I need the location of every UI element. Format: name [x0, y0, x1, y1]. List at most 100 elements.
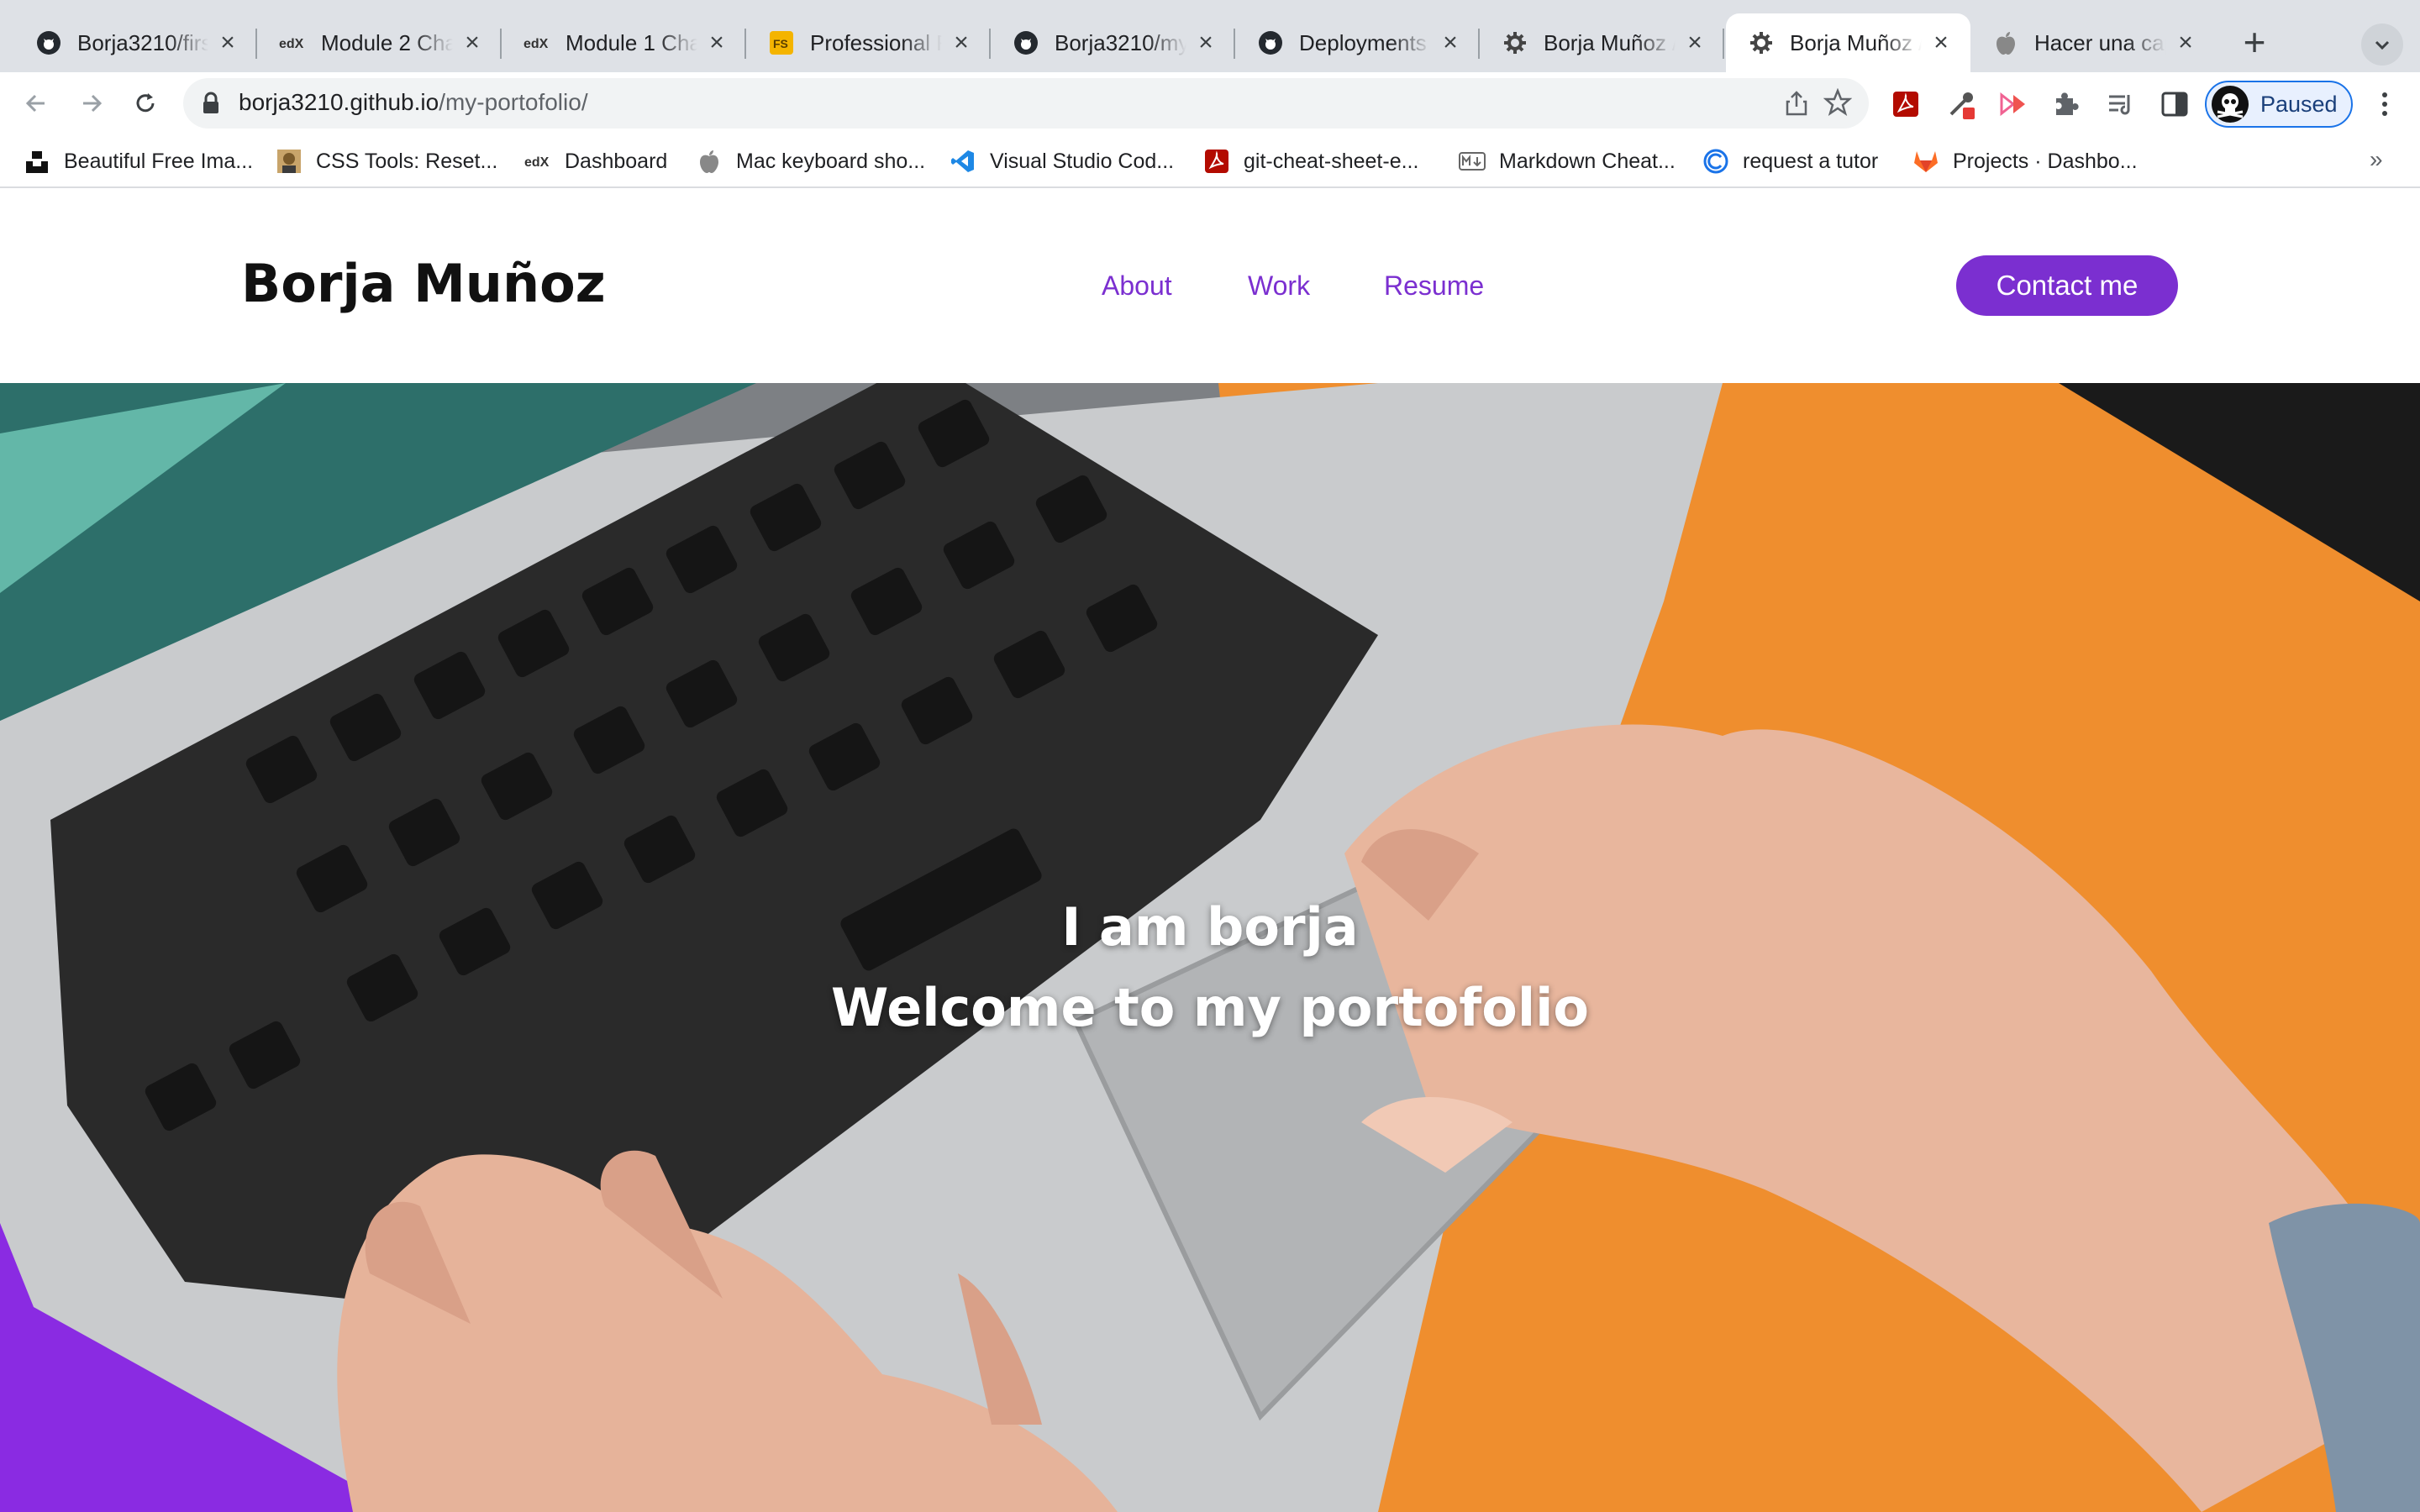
profile-status-label: Paused [2260, 91, 2338, 117]
bookmark-git-cheat-sheet[interactable]: git-cheat-sheet-e... [1203, 146, 1418, 176]
back-button[interactable] [15, 82, 57, 124]
markdown-icon [1459, 148, 1486, 175]
github-icon [1013, 29, 1039, 56]
apple-icon [1992, 29, 2019, 56]
new-tab-button[interactable]: + [2233, 22, 2275, 64]
side-panel-icon[interactable] [2158, 87, 2191, 121]
url-path: /my-portofolio/ [439, 89, 588, 115]
vscode-icon [950, 148, 976, 175]
svg-text:FS: FS [773, 37, 788, 50]
contact-me-button[interactable]: Contact me [1956, 255, 2178, 316]
bookmark-gitlab-projects[interactable]: Projects · Dashbo... [1912, 146, 2138, 176]
unsplash-icon [24, 148, 50, 175]
bookmark-label: request a tutor [1743, 149, 1879, 173]
close-icon[interactable]: × [215, 30, 240, 55]
nav-link-work[interactable]: Work [1248, 270, 1310, 302]
share-icon[interactable] [1785, 90, 1808, 121]
reading-list-icon[interactable] [2104, 87, 2138, 121]
svg-text:edX: edX [523, 37, 549, 51]
tab-title: Hacer una captura [2034, 29, 2166, 55]
hero-intro: I am borja [1061, 896, 1359, 958]
bookmarks-bar: Beautiful Free Ima... CSS Tools: Reset..… [0, 134, 2420, 188]
meyer-icon [276, 148, 302, 175]
hero-heading: I am borja Welcome to my portofolio [0, 887, 2420, 1048]
tab-title: Module 2 Challenge [321, 29, 453, 55]
arrow-left-icon [25, 94, 45, 113]
site-header: Borja Muñoz About Work Resume Contact me [0, 190, 2420, 383]
bookmark-label: git-cheat-sheet-e... [1244, 149, 1419, 173]
tab-title: Deployments [1299, 29, 1427, 55]
svg-text:edX: edX [279, 37, 304, 51]
eyedropper-extension-icon[interactable] [1944, 87, 1978, 121]
site-brand[interactable]: Borja Muñoz [241, 253, 606, 314]
tab-title: Borja Muñoz / Portfolio [1790, 29, 1922, 55]
pdf-extension-icon[interactable] [1889, 87, 1923, 121]
tab-search-button[interactable] [2361, 24, 2403, 66]
bookmark-css-tools[interactable]: CSS Tools: Reset... [276, 146, 497, 176]
bookmark-vscode[interactable]: Visual Studio Cod... [950, 146, 1174, 176]
web-page: Borja Muñoz About Work Resume Contact me [0, 190, 2420, 1512]
edx-icon: edX [523, 29, 550, 56]
arrow-right-icon [83, 94, 103, 113]
bookmark-label: Beautiful Free Ima... [64, 149, 254, 173]
tab-module-2[interactable]: edX Module 2 Challenge × [257, 13, 502, 72]
edx-icon: edX [279, 29, 306, 56]
bookmark-dashboard[interactable]: edX Dashboard [524, 146, 667, 176]
tab-module-1[interactable]: edX Module 1 Challenge × [502, 13, 746, 72]
bookmark-label: Dashboard [565, 149, 668, 173]
close-icon[interactable]: × [949, 30, 974, 55]
tab-github-first[interactable]: Borja3210/first × [13, 13, 257, 72]
bookmark-request-tutor[interactable]: request a tutor [1702, 146, 1878, 176]
close-icon[interactable]: × [1682, 30, 1707, 55]
tab-title: Borja3210/first [77, 29, 208, 55]
close-icon[interactable]: × [1928, 30, 1954, 55]
bookmark-unsplash[interactable]: Beautiful Free Ima... [24, 146, 253, 176]
close-icon[interactable]: × [1193, 30, 1218, 55]
hero-welcome: Welcome to my portofolio [831, 977, 1589, 1038]
forward-button[interactable] [71, 82, 113, 124]
tab-professional-readme[interactable]: FS Professional Readme × [746, 13, 991, 72]
tutor-icon [1702, 148, 1729, 175]
bookmarks-overflow-icon[interactable]: » [2370, 146, 2383, 173]
tab-github-portfolio[interactable]: Borja3210/my-portofolio × [991, 13, 1235, 72]
bookmark-label: Visual Studio Cod... [990, 149, 1175, 173]
nav-link-resume[interactable]: Resume [1384, 270, 1484, 302]
address-bar[interactable]: borja3210.github.io/my-portofolio/ [183, 78, 1869, 129]
close-icon[interactable]: × [1438, 30, 1463, 55]
bookmark-label: Mac keyboard sho... [736, 149, 926, 173]
more-vert-icon [2382, 92, 2387, 116]
bookmark-mac-keyboard[interactable]: Mac keyboard sho... [696, 146, 925, 176]
bookmark-label: Markdown Cheat... [1499, 149, 1676, 173]
bookmark-star-icon[interactable] [1823, 87, 1853, 121]
chevron-down-icon [2375, 40, 2390, 50]
puzzle-extensions-icon[interactable] [2049, 87, 2082, 121]
skull-icon [2217, 93, 2244, 118]
url-host: borja3210.github.io [239, 89, 439, 115]
bookmark-label: Projects · Dashbo... [1953, 149, 2138, 173]
settings-icon [1748, 29, 1775, 56]
close-icon[interactable]: × [460, 30, 485, 55]
browser-menu-button[interactable] [2368, 87, 2402, 121]
tab-borja-portfolio[interactable]: Borja Muñoz / Portfolio × [1480, 13, 1724, 72]
tab-deployments[interactable]: Deployments × [1235, 13, 1480, 72]
profile-button[interactable]: Paused [2205, 81, 2353, 128]
tab-strip: Borja3210/first × edX Module 2 Challenge… [0, 0, 2420, 72]
reload-icon [136, 93, 155, 113]
lock-icon [202, 92, 220, 119]
tab-title: Professional Readme [810, 29, 942, 55]
bookmark-markdown-cheat[interactable]: Markdown Cheat... [1459, 146, 1676, 176]
nav-link-about[interactable]: About [1102, 270, 1172, 302]
close-icon[interactable]: × [704, 30, 729, 55]
close-icon[interactable]: × [2173, 30, 2198, 55]
github-icon [35, 29, 62, 56]
fs-icon: FS [768, 29, 795, 56]
pdf-icon [1203, 148, 1230, 175]
screencast-extension-icon[interactable] [1996, 87, 2030, 121]
tab-borja-portfolio-active[interactable]: Borja Muñoz / Portfolio × [1726, 13, 1970, 72]
tab-title: Borja Muñoz / Portfolio [1544, 29, 1676, 55]
tab-hacer-captura[interactable]: Hacer una captura × [1970, 13, 2215, 72]
tab-title: Module 1 Challenge [566, 29, 697, 55]
hero-section: I am borja Welcome to my portofolio [0, 383, 2420, 1512]
url-text[interactable]: borja3210.github.io/my-portofolio/ [239, 89, 588, 116]
reload-button[interactable] [124, 82, 166, 124]
